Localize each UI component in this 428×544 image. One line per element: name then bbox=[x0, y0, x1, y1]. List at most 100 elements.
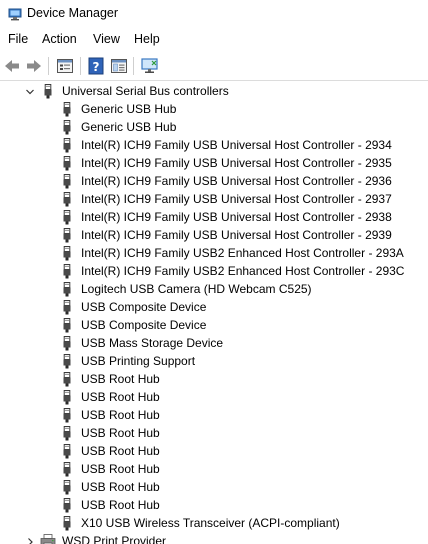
usb-plug-icon bbox=[63, 336, 71, 351]
tree-device-item[interactable]: USB Root Hub bbox=[60, 443, 428, 461]
tree-device-label: USB Composite Device bbox=[81, 300, 207, 314]
tree-device-item[interactable]: USB Composite Device bbox=[60, 317, 428, 335]
tree-device-item[interactable]: Intel(R) ICH9 Family USB Universal Host … bbox=[60, 137, 428, 155]
usb-plug-icon bbox=[63, 192, 71, 207]
tree-device-item[interactable]: X10 USB Wireless Transceiver (ACPI-compl… bbox=[60, 515, 428, 533]
device-manager-window: Device Manager File Action View Help ? U… bbox=[0, 0, 428, 544]
tree-device-item[interactable]: USB Printing Support bbox=[60, 353, 428, 371]
tree-device-item[interactable]: USB Root Hub bbox=[60, 389, 428, 407]
tree-device-label: Intel(R) ICH9 Family USB2 Enhanced Host … bbox=[81, 264, 405, 278]
usb-plug-icon bbox=[63, 372, 71, 387]
tree-device-item[interactable]: Generic USB Hub bbox=[60, 119, 428, 137]
usb-plug-icon bbox=[63, 120, 71, 135]
tree-device-item[interactable]: USB Composite Device bbox=[60, 299, 428, 317]
usb-plug-icon bbox=[63, 498, 71, 513]
tree-category-label: WSD Print Provider bbox=[62, 534, 167, 544]
tree-device-label: Intel(R) ICH9 Family USB Universal Host … bbox=[81, 138, 392, 152]
tree-category-wsd-print-provider[interactable]: WSD Print Provider bbox=[0, 533, 428, 544]
window-title: Device Manager bbox=[27, 6, 119, 20]
tree-device-item[interactable]: Intel(R) ICH9 Family USB Universal Host … bbox=[60, 227, 428, 245]
tree-device-label: Generic USB Hub bbox=[81, 120, 177, 134]
tree-device-item[interactable]: Generic USB Hub bbox=[60, 101, 428, 119]
back-arrow-icon[interactable] bbox=[2, 56, 22, 76]
tree-device-item[interactable]: USB Root Hub bbox=[60, 479, 428, 497]
tree-device-item[interactable]: Intel(R) ICH9 Family USB Universal Host … bbox=[60, 173, 428, 191]
usb-plug-icon bbox=[63, 264, 71, 279]
usb-plug-icon bbox=[63, 516, 71, 531]
toolbar-separator bbox=[48, 57, 49, 75]
usb-plug-icon bbox=[63, 480, 71, 495]
tree-category-label: Universal Serial Bus controllers bbox=[62, 84, 229, 98]
tree-device-item[interactable]: USB Root Hub bbox=[60, 461, 428, 479]
tree-device-label: USB Root Hub bbox=[81, 372, 160, 386]
usb-plug-icon bbox=[63, 282, 71, 297]
tree-device-item[interactable]: USB Root Hub bbox=[60, 497, 428, 515]
usb-plug-icon bbox=[63, 462, 71, 477]
tree-device-label: USB Root Hub bbox=[81, 444, 160, 458]
tree-device-item[interactable]: Intel(R) ICH9 Family USB Universal Host … bbox=[60, 209, 428, 227]
usb-plug-icon bbox=[63, 390, 71, 405]
usb-plug-icon bbox=[63, 408, 71, 423]
tree-device-label: USB Root Hub bbox=[81, 498, 160, 512]
toolbar: ? bbox=[0, 52, 428, 81]
properties-icon[interactable] bbox=[55, 56, 75, 76]
tree-device-label: USB Composite Device bbox=[81, 318, 207, 332]
tree-device-item[interactable]: Intel(R) ICH9 Family USB2 Enhanced Host … bbox=[60, 245, 428, 263]
chevron-down-icon[interactable] bbox=[25, 87, 35, 97]
title-bar: Device Manager bbox=[0, 0, 428, 28]
tree-device-label: Intel(R) ICH9 Family USB Universal Host … bbox=[81, 156, 392, 170]
forward-arrow-icon[interactable] bbox=[24, 56, 44, 76]
usb-plug-icon bbox=[63, 228, 71, 243]
device-manager-icon bbox=[8, 8, 22, 21]
tree-device-label: USB Root Hub bbox=[81, 408, 160, 422]
tree-device-label: USB Root Hub bbox=[81, 480, 160, 494]
show-hide-console-tree-icon[interactable] bbox=[109, 56, 129, 76]
menu-view[interactable]: View bbox=[93, 32, 120, 46]
tree-device-item[interactable]: USB Root Hub bbox=[60, 371, 428, 389]
menu-action[interactable]: Action bbox=[42, 32, 77, 46]
tree-device-label: Intel(R) ICH9 Family USB Universal Host … bbox=[81, 174, 392, 188]
usb-plug-icon bbox=[63, 102, 71, 117]
device-tree: Universal Serial Bus controllers Generic… bbox=[0, 82, 428, 544]
usb-plug-icon bbox=[63, 444, 71, 459]
tree-device-label: Logitech USB Camera (HD Webcam C525) bbox=[81, 282, 312, 296]
tree-device-item[interactable]: USB Root Hub bbox=[60, 407, 428, 425]
usb-plug-icon bbox=[63, 318, 71, 333]
chevron-right-icon[interactable] bbox=[25, 537, 35, 544]
tree-device-label: USB Root Hub bbox=[81, 462, 160, 476]
usb-plug-icon bbox=[63, 300, 71, 315]
toolbar-separator bbox=[80, 57, 81, 75]
usb-plug-icon bbox=[63, 138, 71, 153]
usb-plug-icon bbox=[63, 246, 71, 261]
menu-file[interactable]: File bbox=[8, 32, 28, 46]
usb-plug-icon bbox=[63, 426, 71, 441]
tree-device-item[interactable]: Logitech USB Camera (HD Webcam C525) bbox=[60, 281, 428, 299]
tree-device-item[interactable]: Intel(R) ICH9 Family USB Universal Host … bbox=[60, 155, 428, 173]
tree-device-label: Intel(R) ICH9 Family USB Universal Host … bbox=[81, 210, 392, 224]
printer-icon bbox=[40, 534, 56, 544]
tree-device-label: Intel(R) ICH9 Family USB Universal Host … bbox=[81, 228, 392, 242]
tree-device-label: Intel(R) ICH9 Family USB Universal Host … bbox=[81, 192, 392, 206]
tree-device-label: USB Root Hub bbox=[81, 426, 160, 440]
tree-category-usb-controllers[interactable]: Universal Serial Bus controllers bbox=[0, 83, 428, 101]
tree-device-label: X10 USB Wireless Transceiver (ACPI-compl… bbox=[81, 516, 340, 530]
tree-device-label: USB Root Hub bbox=[81, 390, 160, 404]
toolbar-separator bbox=[133, 57, 134, 75]
usb-plug-icon bbox=[63, 156, 71, 171]
tree-device-label: Intel(R) ICH9 Family USB2 Enhanced Host … bbox=[81, 246, 404, 260]
tree-device-item[interactable]: Intel(R) ICH9 Family USB Universal Host … bbox=[60, 191, 428, 209]
usb-plug-icon bbox=[63, 210, 71, 225]
svg-text:?: ? bbox=[93, 60, 100, 74]
monitor-scan-icon[interactable] bbox=[140, 56, 160, 76]
tree-device-item[interactable]: USB Root Hub bbox=[60, 425, 428, 443]
tree-device-label: Generic USB Hub bbox=[81, 102, 177, 116]
tree-device-item[interactable]: Intel(R) ICH9 Family USB2 Enhanced Host … bbox=[60, 263, 428, 281]
tree-device-item[interactable]: USB Mass Storage Device bbox=[60, 335, 428, 353]
help-icon[interactable]: ? bbox=[86, 56, 106, 76]
menu-bar: File Action View Help bbox=[0, 30, 428, 50]
usb-plug-icon bbox=[63, 174, 71, 189]
menu-help[interactable]: Help bbox=[134, 32, 160, 46]
tree-device-label: USB Mass Storage Device bbox=[81, 336, 224, 350]
tree-device-label: USB Printing Support bbox=[81, 354, 196, 368]
usb-plug-icon bbox=[63, 354, 71, 369]
